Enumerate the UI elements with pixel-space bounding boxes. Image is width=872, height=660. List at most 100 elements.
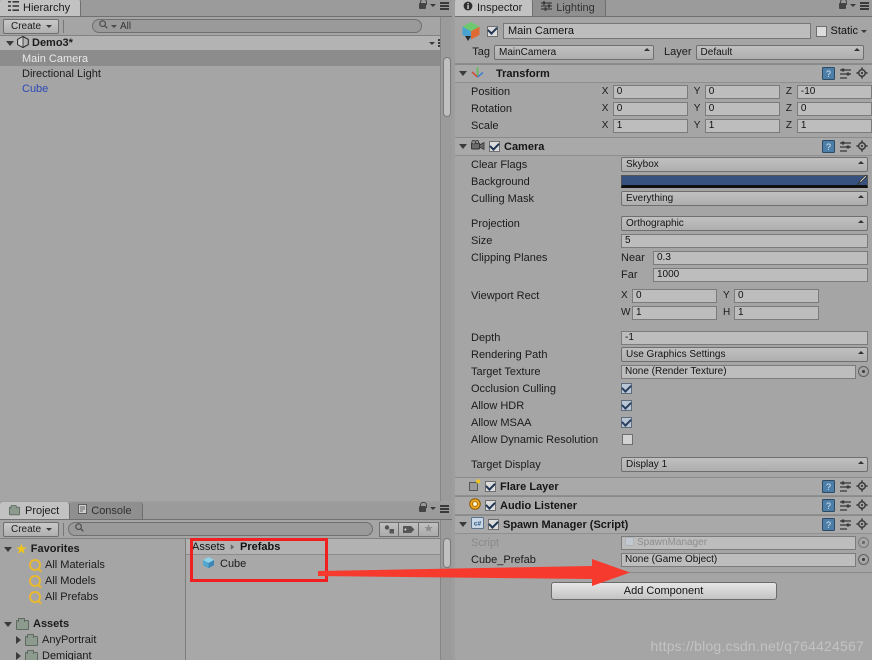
allow-msaa-checkbox[interactable] xyxy=(621,417,632,428)
lock-icon[interactable] xyxy=(839,0,847,9)
rendering-path-dropdown[interactable]: Use Graphics Settings xyxy=(621,347,868,362)
triangle-down-icon[interactable] xyxy=(4,621,12,627)
triangle-down-icon[interactable] xyxy=(459,144,467,149)
gear-icon[interactable] xyxy=(856,499,869,515)
audio-listener-header[interactable]: Audio Listener ? xyxy=(455,497,872,515)
menu-icon[interactable] xyxy=(440,2,449,10)
scale-x-field[interactable]: 1 xyxy=(612,118,688,133)
gear-icon[interactable] xyxy=(856,140,869,156)
tab-console[interactable]: Console xyxy=(70,502,143,519)
preset-icon[interactable] xyxy=(839,140,852,156)
preset-icon[interactable] xyxy=(839,518,852,534)
project-tree-all-materials[interactable]: All Materials xyxy=(0,557,185,573)
rotation-x-field[interactable]: 0 xyxy=(612,101,688,116)
chevron-down-icon[interactable] xyxy=(430,4,436,8)
tab-hierarchy[interactable]: Hierarchy xyxy=(0,0,82,16)
triangle-down-icon[interactable] xyxy=(459,522,467,527)
gear-icon[interactable] xyxy=(856,518,869,534)
add-component-button[interactable]: Add Component xyxy=(550,582,777,600)
asset-item-cube[interactable]: Cube xyxy=(186,555,452,573)
position-x-field[interactable]: 0 xyxy=(612,84,688,99)
transform-header[interactable]: Transform ? xyxy=(455,65,872,83)
hierarchy-scene-row[interactable]: Demo3* xyxy=(0,35,452,51)
filter-by-label-button[interactable] xyxy=(399,521,420,537)
near-field[interactable]: 0.3 xyxy=(653,250,868,265)
breadcrumb-assets[interactable]: Assets xyxy=(192,541,225,553)
help-icon[interactable]: ? xyxy=(822,140,835,156)
spawn-manager-header[interactable]: c# Spawn Manager (Script) ? xyxy=(455,516,872,534)
clear-flags-dropdown[interactable]: Skybox xyxy=(621,157,868,172)
breadcrumb-prefabs[interactable]: Prefabs xyxy=(240,541,280,553)
far-field[interactable]: 1000 xyxy=(653,267,868,282)
occlusion-culling-checkbox[interactable] xyxy=(621,383,632,394)
allow-dynamic-resolution-checkbox[interactable] xyxy=(622,434,633,445)
object-picker-icon[interactable] xyxy=(858,366,869,377)
chevron-down-icon[interactable] xyxy=(861,29,867,33)
flare-layer-header[interactable]: Flare Layer ? xyxy=(455,478,872,496)
triangle-right-icon[interactable] xyxy=(16,652,21,660)
chevron-down-icon[interactable] xyxy=(430,507,436,511)
audio-listener-enabled-checkbox[interactable] xyxy=(485,500,496,511)
allow-hdr-checkbox[interactable] xyxy=(621,400,632,411)
depth-field[interactable]: -1 xyxy=(621,330,868,345)
chevron-down-icon[interactable] xyxy=(850,4,856,8)
tab-project[interactable]: Project xyxy=(0,502,71,519)
menu-icon[interactable] xyxy=(440,505,449,513)
size-field[interactable]: 5 xyxy=(621,233,868,248)
background-color-swatch[interactable] xyxy=(621,175,868,188)
hierarchy-item-main-camera[interactable]: Main Camera xyxy=(0,51,452,66)
chevron-down-icon[interactable] xyxy=(429,41,435,45)
position-y-field[interactable]: 0 xyxy=(704,84,780,99)
project-scroll-thumb[interactable] xyxy=(443,538,451,568)
project-search-input[interactable] xyxy=(68,522,374,536)
scale-y-field[interactable]: 1 xyxy=(704,118,780,133)
help-icon[interactable]: ? xyxy=(822,518,835,534)
project-tree-anyportrait[interactable]: AnyPortrait xyxy=(0,632,185,648)
culling-mask-dropdown[interactable]: Everything xyxy=(621,191,868,206)
lock-icon[interactable] xyxy=(419,0,427,9)
project-tree-assets[interactable]: Assets xyxy=(0,616,185,632)
project-scrollbar[interactable] xyxy=(440,520,452,660)
camera-enabled-checkbox[interactable] xyxy=(489,141,500,152)
static-checkbox[interactable] xyxy=(816,25,828,37)
hierarchy-scrollbar[interactable] xyxy=(440,17,452,501)
favorite-button[interactable]: ★ xyxy=(419,521,440,537)
triangle-down-icon[interactable] xyxy=(459,71,467,76)
filter-by-type-button[interactable] xyxy=(379,521,400,537)
flare-layer-enabled-checkbox[interactable] xyxy=(485,481,496,492)
camera-header[interactable]: Camera ? xyxy=(455,138,872,156)
project-tree-all-models[interactable]: All Models xyxy=(0,573,185,589)
viewport-x-field[interactable]: 0 xyxy=(632,288,717,303)
menu-icon[interactable] xyxy=(860,2,869,10)
viewport-w-field[interactable]: 1 xyxy=(632,305,717,320)
target-texture-field[interactable]: None (Render Texture) xyxy=(621,364,856,379)
hierarchy-item-cube[interactable]: Cube xyxy=(0,81,452,96)
rotation-y-field[interactable]: 0 xyxy=(704,101,780,116)
triangle-right-icon[interactable] xyxy=(16,636,21,644)
triangle-down-icon[interactable] xyxy=(6,40,14,46)
tab-lighting[interactable]: Lighting xyxy=(533,0,606,16)
triangle-down-icon[interactable] xyxy=(4,546,12,552)
scale-z-field[interactable]: 1 xyxy=(796,118,872,133)
project-create-button[interactable]: Create xyxy=(3,521,60,537)
hierarchy-scroll-thumb[interactable] xyxy=(443,57,451,117)
eyedropper-icon[interactable] xyxy=(856,174,868,189)
project-tree-demigiant[interactable]: Demigiant xyxy=(0,648,185,660)
hierarchy-create-button[interactable]: Create xyxy=(3,18,60,34)
object-picker-icon[interactable] xyxy=(858,554,869,565)
gear-icon[interactable] xyxy=(856,67,869,83)
layer-dropdown[interactable]: Default xyxy=(695,44,864,60)
project-tree-all-prefabs[interactable]: All Prefabs xyxy=(0,589,185,605)
lock-icon[interactable] xyxy=(419,501,427,512)
viewport-y-field[interactable]: 0 xyxy=(734,288,819,303)
static-toggle[interactable]: Static xyxy=(816,25,867,37)
object-enabled-checkbox[interactable] xyxy=(487,25,498,37)
tag-dropdown[interactable]: MainCamera xyxy=(494,44,654,60)
hierarchy-search-input[interactable]: All xyxy=(92,19,423,33)
tab-inspector[interactable]: Inspector xyxy=(455,0,534,16)
object-name-field[interactable]: Main Camera xyxy=(503,23,812,39)
preset-icon[interactable] xyxy=(839,67,852,83)
help-icon[interactable]: ? xyxy=(822,67,835,83)
target-display-dropdown[interactable]: Display 1 xyxy=(621,457,868,472)
project-tree-favorites[interactable]: ★ Favorites xyxy=(0,541,185,557)
